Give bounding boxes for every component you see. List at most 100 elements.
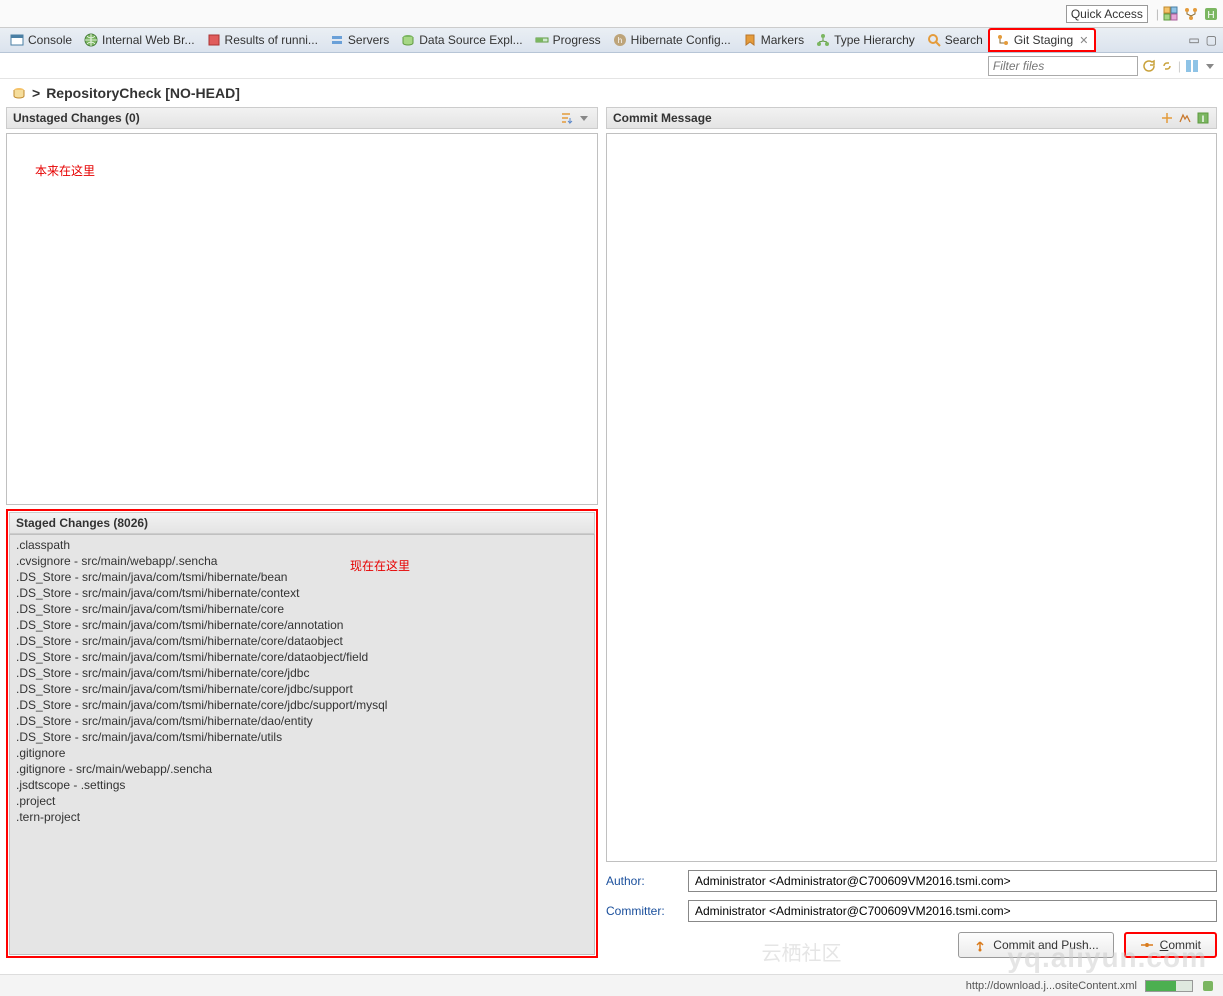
view-tabstrip: Console Internal Web Br... Results of ru… bbox=[0, 28, 1223, 53]
unstaged-pane[interactable]: 本来在这里 bbox=[6, 133, 598, 505]
staged-pane[interactable]: 现在在这里 .classpath.cvsignore - src/main/we… bbox=[9, 534, 595, 955]
btn-label: CCommitommit bbox=[1160, 938, 1201, 952]
tab-label: Results of runni... bbox=[225, 33, 318, 47]
tab-label: Internal Web Br... bbox=[102, 33, 195, 47]
author-input[interactable] bbox=[688, 870, 1217, 892]
unstaged-title: Unstaged Changes (0) bbox=[13, 111, 140, 125]
tab-hibernate[interactable]: h Hibernate Config... bbox=[607, 28, 737, 52]
minimize-icon[interactable]: ▭ bbox=[1188, 33, 1199, 47]
tab-label: Progress bbox=[553, 33, 601, 47]
btn-label: Commit and Push... bbox=[993, 938, 1098, 952]
layout-icon[interactable] bbox=[1185, 59, 1199, 73]
svg-text:H: H bbox=[1207, 10, 1214, 21]
divider: | bbox=[1156, 7, 1159, 21]
list-item[interactable]: .cvsignore - src/main/webapp/.sencha bbox=[16, 553, 588, 569]
list-item[interactable]: .DS_Store - src/main/java/com/tsmi/hiber… bbox=[16, 601, 588, 617]
servers-icon bbox=[330, 33, 344, 47]
tab-label: Markers bbox=[761, 33, 804, 47]
list-item[interactable]: .DS_Store - src/main/java/com/tsmi/hiber… bbox=[16, 649, 588, 665]
link-icon[interactable] bbox=[1160, 59, 1174, 73]
tab-servers[interactable]: Servers bbox=[324, 28, 395, 52]
git-icon bbox=[996, 33, 1010, 47]
commit-button[interactable]: CCommitommit bbox=[1124, 932, 1217, 958]
datasource-icon bbox=[401, 33, 415, 47]
list-item[interactable]: .DS_Store - src/main/java/com/tsmi/hiber… bbox=[16, 713, 588, 729]
list-item[interactable]: .tern-project bbox=[16, 809, 588, 825]
view-menu-icon[interactable] bbox=[577, 111, 591, 125]
amend-icon[interactable] bbox=[1160, 111, 1174, 125]
open-perspective-icon[interactable] bbox=[1163, 6, 1179, 22]
top-toolbar: Quick Access | H bbox=[0, 0, 1223, 28]
tab-label: Console bbox=[28, 33, 72, 47]
commit-message-header: Commit Message I bbox=[606, 107, 1217, 129]
tab-git-staging[interactable]: Git Staging ✕ bbox=[988, 28, 1097, 52]
breadcrumb-sep: > bbox=[32, 85, 40, 101]
list-item[interactable]: .gitignore - src/main/webapp/.sencha bbox=[16, 761, 588, 777]
hibernate-perspective-icon[interactable]: H bbox=[1203, 6, 1219, 22]
staged-title: Staged Changes (8026) bbox=[16, 516, 148, 530]
list-item[interactable]: .DS_Store - src/main/java/com/tsmi/hiber… bbox=[16, 569, 588, 585]
tab-results[interactable]: Results of runni... bbox=[201, 28, 324, 52]
unstaged-header: Unstaged Changes (0) bbox=[6, 107, 598, 129]
commit-icon bbox=[1140, 938, 1154, 952]
results-icon bbox=[207, 33, 221, 47]
tab-label: Hibernate Config... bbox=[631, 33, 731, 47]
repo-icon bbox=[12, 86, 26, 100]
type-hierarchy-icon bbox=[816, 33, 830, 47]
commit-and-push-button[interactable]: Commit and Push... bbox=[958, 932, 1113, 958]
list-item[interactable]: .project bbox=[16, 793, 588, 809]
changeid-icon[interactable]: I bbox=[1196, 111, 1210, 125]
hibernate-icon: h bbox=[613, 33, 627, 47]
view-menu-icon[interactable] bbox=[1203, 59, 1217, 73]
author-label: Author: bbox=[606, 874, 678, 888]
status-url: http://download.j...ositeContent.xml bbox=[966, 980, 1137, 992]
tab-search[interactable]: Search bbox=[921, 28, 989, 52]
committer-input[interactable] bbox=[688, 900, 1217, 922]
list-item[interactable]: .jsdtscope - .settings bbox=[16, 777, 588, 793]
tab-label: Data Source Expl... bbox=[419, 33, 522, 47]
quick-access-button[interactable]: Quick Access bbox=[1066, 5, 1148, 23]
repo-header: > RepositoryCheck [NO-HEAD] bbox=[0, 79, 1223, 107]
tab-console[interactable]: Console bbox=[4, 28, 78, 52]
tab-label: Search bbox=[945, 33, 983, 47]
list-item[interactable]: .DS_Store - src/main/java/com/tsmi/hiber… bbox=[16, 617, 588, 633]
sort-icon[interactable] bbox=[559, 111, 573, 125]
maximize-icon[interactable]: ▢ bbox=[1206, 33, 1217, 47]
tab-datasource[interactable]: Data Source Expl... bbox=[395, 28, 528, 52]
list-item[interactable]: .classpath bbox=[16, 537, 588, 553]
commit-message-area[interactable] bbox=[606, 133, 1217, 862]
console-icon bbox=[10, 33, 24, 47]
commit-message-title: Commit Message bbox=[613, 111, 712, 125]
tab-internal-web[interactable]: Internal Web Br... bbox=[78, 28, 201, 52]
repo-name: RepositoryCheck [NO-HEAD] bbox=[46, 85, 240, 101]
git-staging-toolbar: | bbox=[0, 53, 1223, 79]
svg-text:I: I bbox=[1202, 114, 1205, 124]
refresh-icon[interactable] bbox=[1142, 59, 1156, 73]
annotation-now: 现在在这里 bbox=[350, 557, 410, 574]
list-item[interactable]: .DS_Store - src/main/java/com/tsmi/hiber… bbox=[16, 681, 588, 697]
list-item[interactable]: .DS_Store - src/main/java/com/tsmi/hiber… bbox=[16, 633, 588, 649]
progress-icon bbox=[535, 33, 549, 47]
list-item[interactable]: .DS_Store - src/main/java/com/tsmi/hiber… bbox=[16, 697, 588, 713]
tab-label: Type Hierarchy bbox=[834, 33, 915, 47]
signoff-icon[interactable] bbox=[1178, 111, 1192, 125]
search-icon bbox=[927, 33, 941, 47]
tab-type-hierarchy[interactable]: Type Hierarchy bbox=[810, 28, 921, 52]
list-item[interactable]: .gitignore bbox=[16, 745, 588, 761]
tab-label: Servers bbox=[348, 33, 389, 47]
annotation-original: 本来在这里 bbox=[35, 162, 95, 179]
tab-progress[interactable]: Progress bbox=[529, 28, 607, 52]
committer-label: Committer: bbox=[606, 904, 678, 918]
close-icon[interactable]: ✕ bbox=[1079, 34, 1088, 47]
status-progress bbox=[1145, 980, 1193, 992]
list-item[interactable]: .DS_Store - src/main/java/com/tsmi/hiber… bbox=[16, 729, 588, 745]
tab-markers[interactable]: Markers bbox=[737, 28, 810, 52]
commit-push-icon bbox=[973, 938, 987, 952]
filter-input[interactable] bbox=[988, 56, 1138, 76]
svg-text:h: h bbox=[617, 36, 621, 45]
list-item[interactable]: .DS_Store - src/main/java/com/tsmi/hiber… bbox=[16, 585, 588, 601]
view-controls: ▭ ▢ bbox=[1182, 33, 1223, 47]
status-info-icon[interactable] bbox=[1201, 979, 1215, 993]
git-perspective-icon[interactable] bbox=[1183, 6, 1199, 22]
list-item[interactable]: .DS_Store - src/main/java/com/tsmi/hiber… bbox=[16, 665, 588, 681]
